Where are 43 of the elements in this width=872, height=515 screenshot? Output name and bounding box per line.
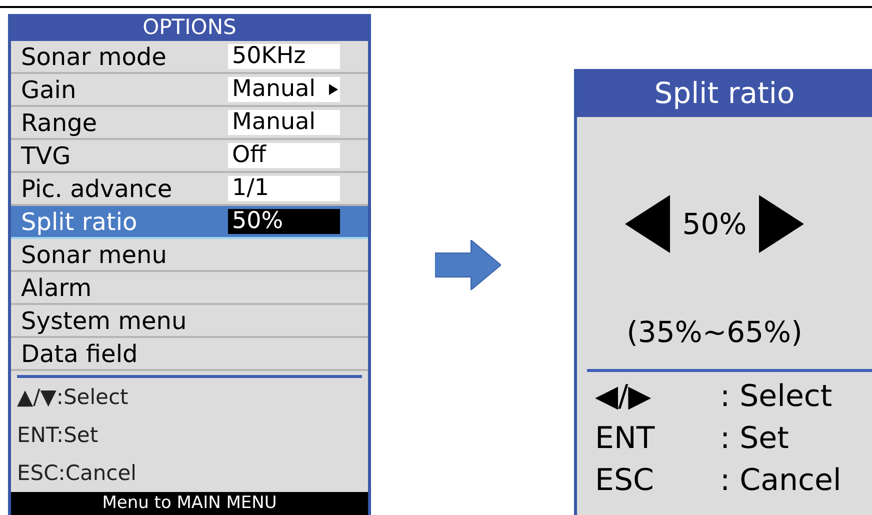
menu-item[interactable]: Sonar mode 50KHz	[11, 41, 368, 74]
menu-item[interactable]: TVG Off	[11, 140, 368, 173]
value-field: 1/1	[228, 176, 340, 201]
value-field: Manual	[228, 77, 340, 102]
key-action: : Set	[720, 424, 789, 454]
value-field: Off	[228, 143, 340, 168]
menu-item-label: Data field	[21, 342, 139, 366]
menu-item-label: Pic. advance	[21, 176, 174, 200]
key-action: : Cancel	[720, 466, 842, 496]
triangle-left-icon[interactable]	[625, 195, 670, 253]
menu-item[interactable]: Alarm	[11, 272, 368, 305]
value-field: 50%	[228, 209, 340, 234]
menu-item-label: Sonar menu	[21, 242, 168, 266]
menu-item-label: Alarm	[21, 276, 93, 300]
menu-item-label: Split ratio	[21, 210, 138, 234]
value-field: Manual	[228, 110, 340, 135]
key-hint: ESC:Cancel	[17, 462, 138, 484]
footer-bar: Menu to MAIN MENU	[11, 492, 368, 515]
menu-title: OPTIONS	[11, 14, 368, 41]
arrow-right-icon	[434, 240, 500, 290]
menu-item[interactable]: Gain Manual	[11, 74, 368, 107]
menu-item[interactable]: Sonar menu	[11, 239, 368, 272]
menu-item-label: Range	[21, 110, 98, 134]
menu-item[interactable]: Split ratio 50%	[11, 206, 368, 239]
key-hint: ENT:Set	[17, 424, 100, 446]
menu-item-label: TVG	[21, 144, 72, 168]
menu-item-label: Sonar mode	[21, 44, 168, 68]
key-action: : Select	[720, 382, 832, 412]
range-text: (35%~65%)	[626, 318, 804, 347]
menu-item-label: System menu	[21, 308, 188, 332]
key-label: ENT	[595, 424, 656, 454]
triangle-right-icon[interactable]	[758, 195, 804, 253]
menu-item[interactable]: System menu	[11, 305, 368, 338]
menu-item[interactable]: Range Manual	[11, 107, 368, 140]
key-hint: ▲/▼:Select	[17, 386, 130, 408]
key-label: ESC	[595, 466, 655, 496]
triangle-right-icon	[329, 84, 338, 95]
menu-item-label: Gain	[21, 78, 78, 102]
key-label: ◀/▶	[595, 382, 652, 412]
value-field: 50KHz	[228, 44, 340, 69]
ratio-value: 50%	[682, 210, 747, 238]
dialog-title: Split ratio	[577, 69, 872, 117]
menu-item[interactable]: Data field	[11, 338, 368, 371]
